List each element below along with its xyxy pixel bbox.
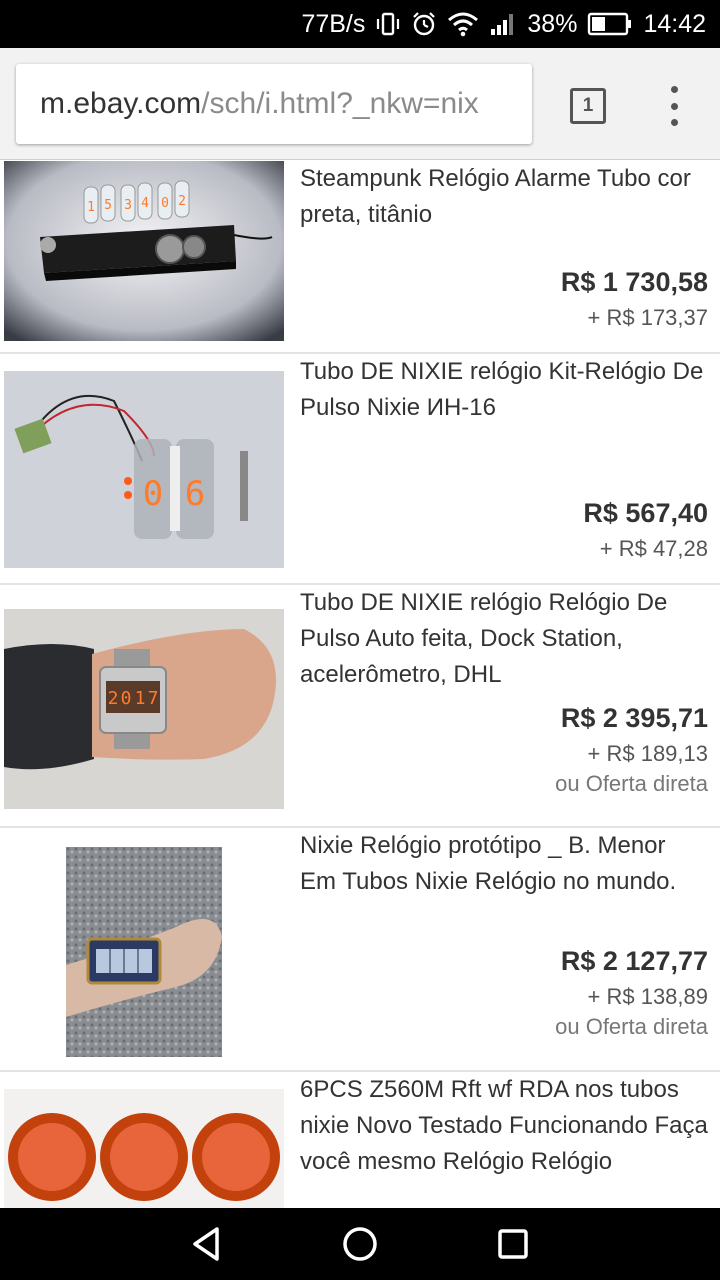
list-item[interactable]: 0 6 Tubo DE NIXIE relógio Kit-Relógio De… [0,354,720,585]
alarm-icon [411,11,437,37]
item-shipping: + R$ 173,37 [587,305,708,330]
battery-percent: 38% [527,9,578,38]
back-icon[interactable] [177,1214,237,1274]
item-shipping: + R$ 138,89 [587,984,708,1009]
item-thumbnail[interactable]: 1 5 3 4 0 2 [4,161,284,341]
best-offer-label: ou Oferta direta [555,771,708,796]
url-path: /sch/i.html?_nkw=nix [201,87,479,120]
list-item[interactable]: 2 0 1 7 Tubo DE NIXIE relógio Relógio De… [0,585,720,828]
tab-switcher-button[interactable]: 1 [570,88,606,124]
item-title[interactable]: Tubo DE NIXIE relógio Kit-Relógio De Pul… [300,354,708,426]
nixie-digit: 3 [124,198,132,213]
nixie-digit: 5 [104,198,112,213]
url-host: m.ebay.com [40,87,202,120]
best-offer-label: ou Oferta direta [555,1014,708,1039]
wifi-icon [447,11,479,37]
nixie-digit: 1 [87,200,95,215]
item-title[interactable]: Tubo DE NIXIE relógio Relógio De Pulso A… [300,585,708,693]
address-bar[interactable]: m.ebay.com/sch/i.html?_nkw=nix [16,64,532,144]
nixie-digit: 1 [135,688,146,709]
battery-icon [587,11,633,37]
nixie-digit: 2 [178,194,186,209]
clock: 14:42 [643,9,706,38]
item-title[interactable]: Nixie Relógio protótipo _ B. Menor Em Tu… [300,828,708,900]
item-thumbnail[interactable]: 2 0 1 7 [4,609,284,809]
nixie-digit: 0 [121,688,132,709]
item-shipping: + R$ 189,13 [587,741,708,766]
signal-icon [489,11,517,37]
home-icon[interactable] [330,1214,390,1274]
nixie-digit: 4 [141,196,149,211]
item-title[interactable]: 6PCS Z560M Rft wf RDA nos tubos nixie No… [300,1072,708,1180]
item-thumbnail[interactable] [4,1089,284,1208]
item-thumbnail[interactable]: 0 6 [4,371,284,568]
item-shipping: + R$ 47,28 [599,536,708,561]
system-nav-bar [0,1208,720,1280]
item-price: R$ 2 127,77 [560,946,708,976]
status-bar: 77B/s 38% 14:42 [0,0,720,48]
overflow-menu-icon[interactable] [662,86,686,126]
network-speed: 77B/s [301,9,366,38]
item-price: R$ 1 730,58 [560,267,708,297]
item-price: R$ 2 395,71 [560,703,708,733]
nixie-digit: 0 [161,196,169,211]
list-item[interactable]: 6PCS Z560M Rft wf RDA nos tubos nixie No… [0,1072,720,1208]
list-item[interactable]: Nixie Relógio protótipo _ B. Menor Em Tu… [0,828,720,1072]
item-title[interactable]: Steampunk Relógio Alarme Tubo cor preta,… [300,161,708,233]
vibrate-icon [375,11,401,37]
browser-toolbar: m.ebay.com/sch/i.html?_nkw=nix 1 [0,48,720,160]
recents-icon[interactable] [483,1214,543,1274]
search-results-list[interactable]: 1 5 3 4 0 2 Steampunk Relógio Alarme Tub… [0,161,720,1208]
nixie-digit: 6 [185,474,205,514]
nixie-digit: 7 [148,688,159,709]
item-thumbnail[interactable] [66,847,222,1057]
nixie-digit: 2 [108,688,119,709]
nixie-digit: 0 [143,474,163,514]
item-price: R$ 567,40 [583,498,708,528]
list-item[interactable]: 1 5 3 4 0 2 Steampunk Relógio Alarme Tub… [0,161,720,354]
